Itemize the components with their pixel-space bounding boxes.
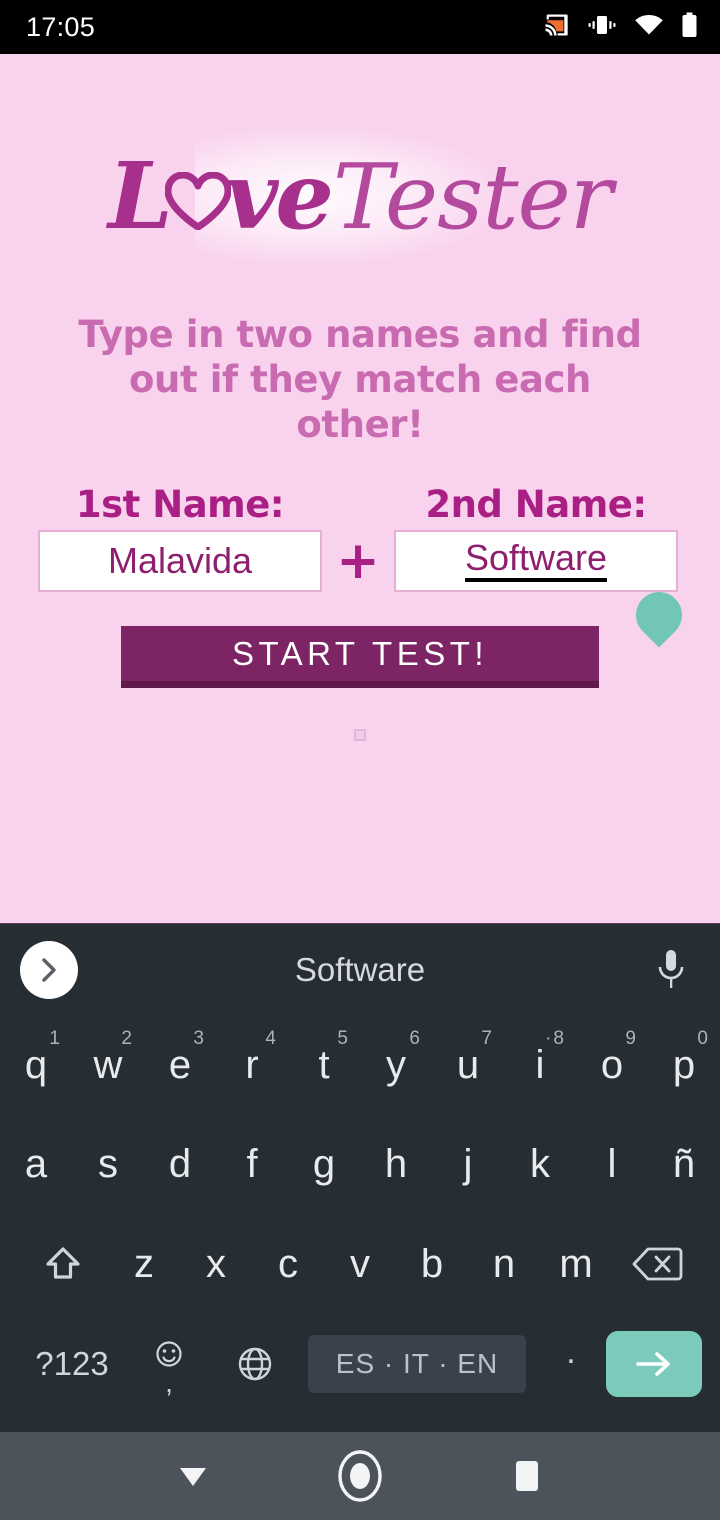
key-hint: 4 xyxy=(265,1028,276,1049)
key-x[interactable]: x xyxy=(180,1214,252,1314)
status-icons xyxy=(542,12,698,43)
microphone-icon[interactable] xyxy=(648,943,694,997)
symbols-key[interactable]: ?123 xyxy=(18,1345,126,1383)
phone-screen: 17:05 L ve Tester Type in two names and … xyxy=(0,0,720,1520)
broken-image-placeholder xyxy=(354,729,366,742)
key-k[interactable]: k xyxy=(504,1114,576,1214)
key-w[interactable]: 2w xyxy=(72,1016,144,1114)
second-name-value: Software xyxy=(464,540,608,583)
key-m[interactable]: m xyxy=(540,1214,612,1314)
key-l[interactable]: l xyxy=(576,1114,648,1214)
first-name-input[interactable]: Malavida xyxy=(38,530,322,593)
plus-separator: + xyxy=(336,531,380,592)
vibrate-icon xyxy=(587,13,617,42)
key-z[interactable]: z xyxy=(108,1214,180,1314)
start-test-button[interactable]: START TEST! xyxy=(121,626,599,689)
app-tagline: Type in two names and find out if they m… xyxy=(78,313,642,447)
status-bar: 17:05 xyxy=(0,0,720,54)
key-label: y xyxy=(386,1042,406,1087)
key-r[interactable]: 4r xyxy=(216,1016,288,1114)
label-first-name: 1st Name: xyxy=(75,483,285,527)
key-a[interactable]: a xyxy=(0,1114,72,1214)
key-label: q xyxy=(24,1042,48,1087)
space-key[interactable]: ES · IT · EN xyxy=(308,1335,526,1393)
cast-icon xyxy=(542,12,570,43)
home-icon[interactable] xyxy=(325,1441,395,1511)
key-label: i xyxy=(535,1042,545,1087)
key-hint: 7 xyxy=(481,1028,492,1049)
key-v[interactable]: v xyxy=(324,1214,396,1314)
key-c[interactable]: c xyxy=(252,1214,324,1314)
battery-icon xyxy=(681,12,698,43)
logo-letters-ve: ve xyxy=(224,141,334,250)
heart-icon xyxy=(164,166,231,230)
key-t[interactable]: 5t xyxy=(288,1016,360,1114)
recents-icon[interactable] xyxy=(492,1441,562,1511)
keyboard-row-4: ?123 , ES · IT · EN . xyxy=(0,1314,720,1414)
keyboard-row-1: 1q 2w 3e 4r 5t 6y 7u 8i 9o 0p xyxy=(0,1016,720,1114)
expand-suggestions-button[interactable] xyxy=(20,941,78,999)
key-hint: 6 xyxy=(409,1028,420,1049)
backspace-key[interactable] xyxy=(612,1214,702,1314)
key-u[interactable]: 7u xyxy=(432,1016,504,1114)
first-name-value: Malavida xyxy=(107,540,253,582)
key-label: w xyxy=(93,1042,123,1087)
key-label: p xyxy=(672,1042,696,1087)
key-label: o xyxy=(600,1042,624,1087)
key-label: e xyxy=(168,1042,192,1087)
name-fields: Malavida + Software xyxy=(0,530,720,648)
key-q[interactable]: 1q xyxy=(0,1016,72,1114)
key-e[interactable]: 3e xyxy=(144,1016,216,1114)
key-o[interactable]: 9o xyxy=(576,1016,648,1114)
key-hint: 9 xyxy=(625,1028,636,1049)
shift-key[interactable] xyxy=(18,1214,108,1314)
field-labels: 1st Name: 2nd Name: xyxy=(0,483,720,526)
key-hint: 1 xyxy=(49,1028,60,1049)
key-hint: 0 xyxy=(697,1028,708,1049)
lovetester-app: L ve Tester Type in two names and find o… xyxy=(0,54,720,923)
key-label: u xyxy=(456,1042,480,1087)
keyboard-row-3: z x c v b n m xyxy=(0,1214,720,1314)
key-i[interactable]: 8i xyxy=(504,1016,576,1114)
navigation-bar xyxy=(0,1432,720,1520)
key-g[interactable]: g xyxy=(288,1114,360,1214)
key-label: r xyxy=(245,1042,259,1087)
key-n[interactable]: n xyxy=(468,1214,540,1314)
hide-keyboard-icon[interactable] xyxy=(158,1441,228,1511)
key-hint: 2 xyxy=(121,1028,132,1049)
key-hint: 3 xyxy=(193,1028,204,1049)
key-d[interactable]: d xyxy=(144,1114,216,1214)
suggestion-word[interactable]: Software xyxy=(0,951,720,989)
logo-word-tester: Tester xyxy=(332,144,613,250)
language-globe-key[interactable] xyxy=(212,1344,298,1384)
enter-key[interactable] xyxy=(606,1331,702,1397)
comma-label: , xyxy=(165,1366,173,1398)
key-f[interactable]: f xyxy=(216,1114,288,1214)
app-logo: L ve Tester xyxy=(0,106,720,286)
emoji-comma-key[interactable]: , xyxy=(126,1339,212,1398)
label-second-name: 2nd Name: xyxy=(425,483,647,527)
logo-letter-l: L xyxy=(108,141,173,250)
wifi-icon xyxy=(634,13,664,42)
key-y[interactable]: 6y xyxy=(360,1016,432,1114)
status-time: 17:05 xyxy=(26,11,96,42)
keyboard-row-2: a s d f g h j k l ñ xyxy=(0,1114,720,1214)
key-hint: 8 xyxy=(545,1028,564,1050)
key-enye[interactable]: ñ xyxy=(648,1114,720,1214)
key-h[interactable]: h xyxy=(360,1114,432,1214)
key-hint: 5 xyxy=(337,1028,348,1049)
suggestion-bar: Software xyxy=(0,924,720,1016)
text-cursor-handle[interactable] xyxy=(626,582,692,648)
key-b[interactable]: b xyxy=(396,1214,468,1314)
key-label: t xyxy=(318,1042,330,1087)
key-j[interactable]: j xyxy=(432,1114,504,1214)
second-name-input[interactable]: Software xyxy=(394,530,692,648)
key-p[interactable]: 0p xyxy=(648,1016,720,1114)
logo-text: L ve Tester xyxy=(108,141,613,250)
on-screen-keyboard: Software 1q 2w 3e 4r 5t 6y 7u 8i 9o 0p a xyxy=(0,923,720,1432)
key-s[interactable]: s xyxy=(72,1114,144,1214)
period-key[interactable]: . xyxy=(536,1333,606,1396)
